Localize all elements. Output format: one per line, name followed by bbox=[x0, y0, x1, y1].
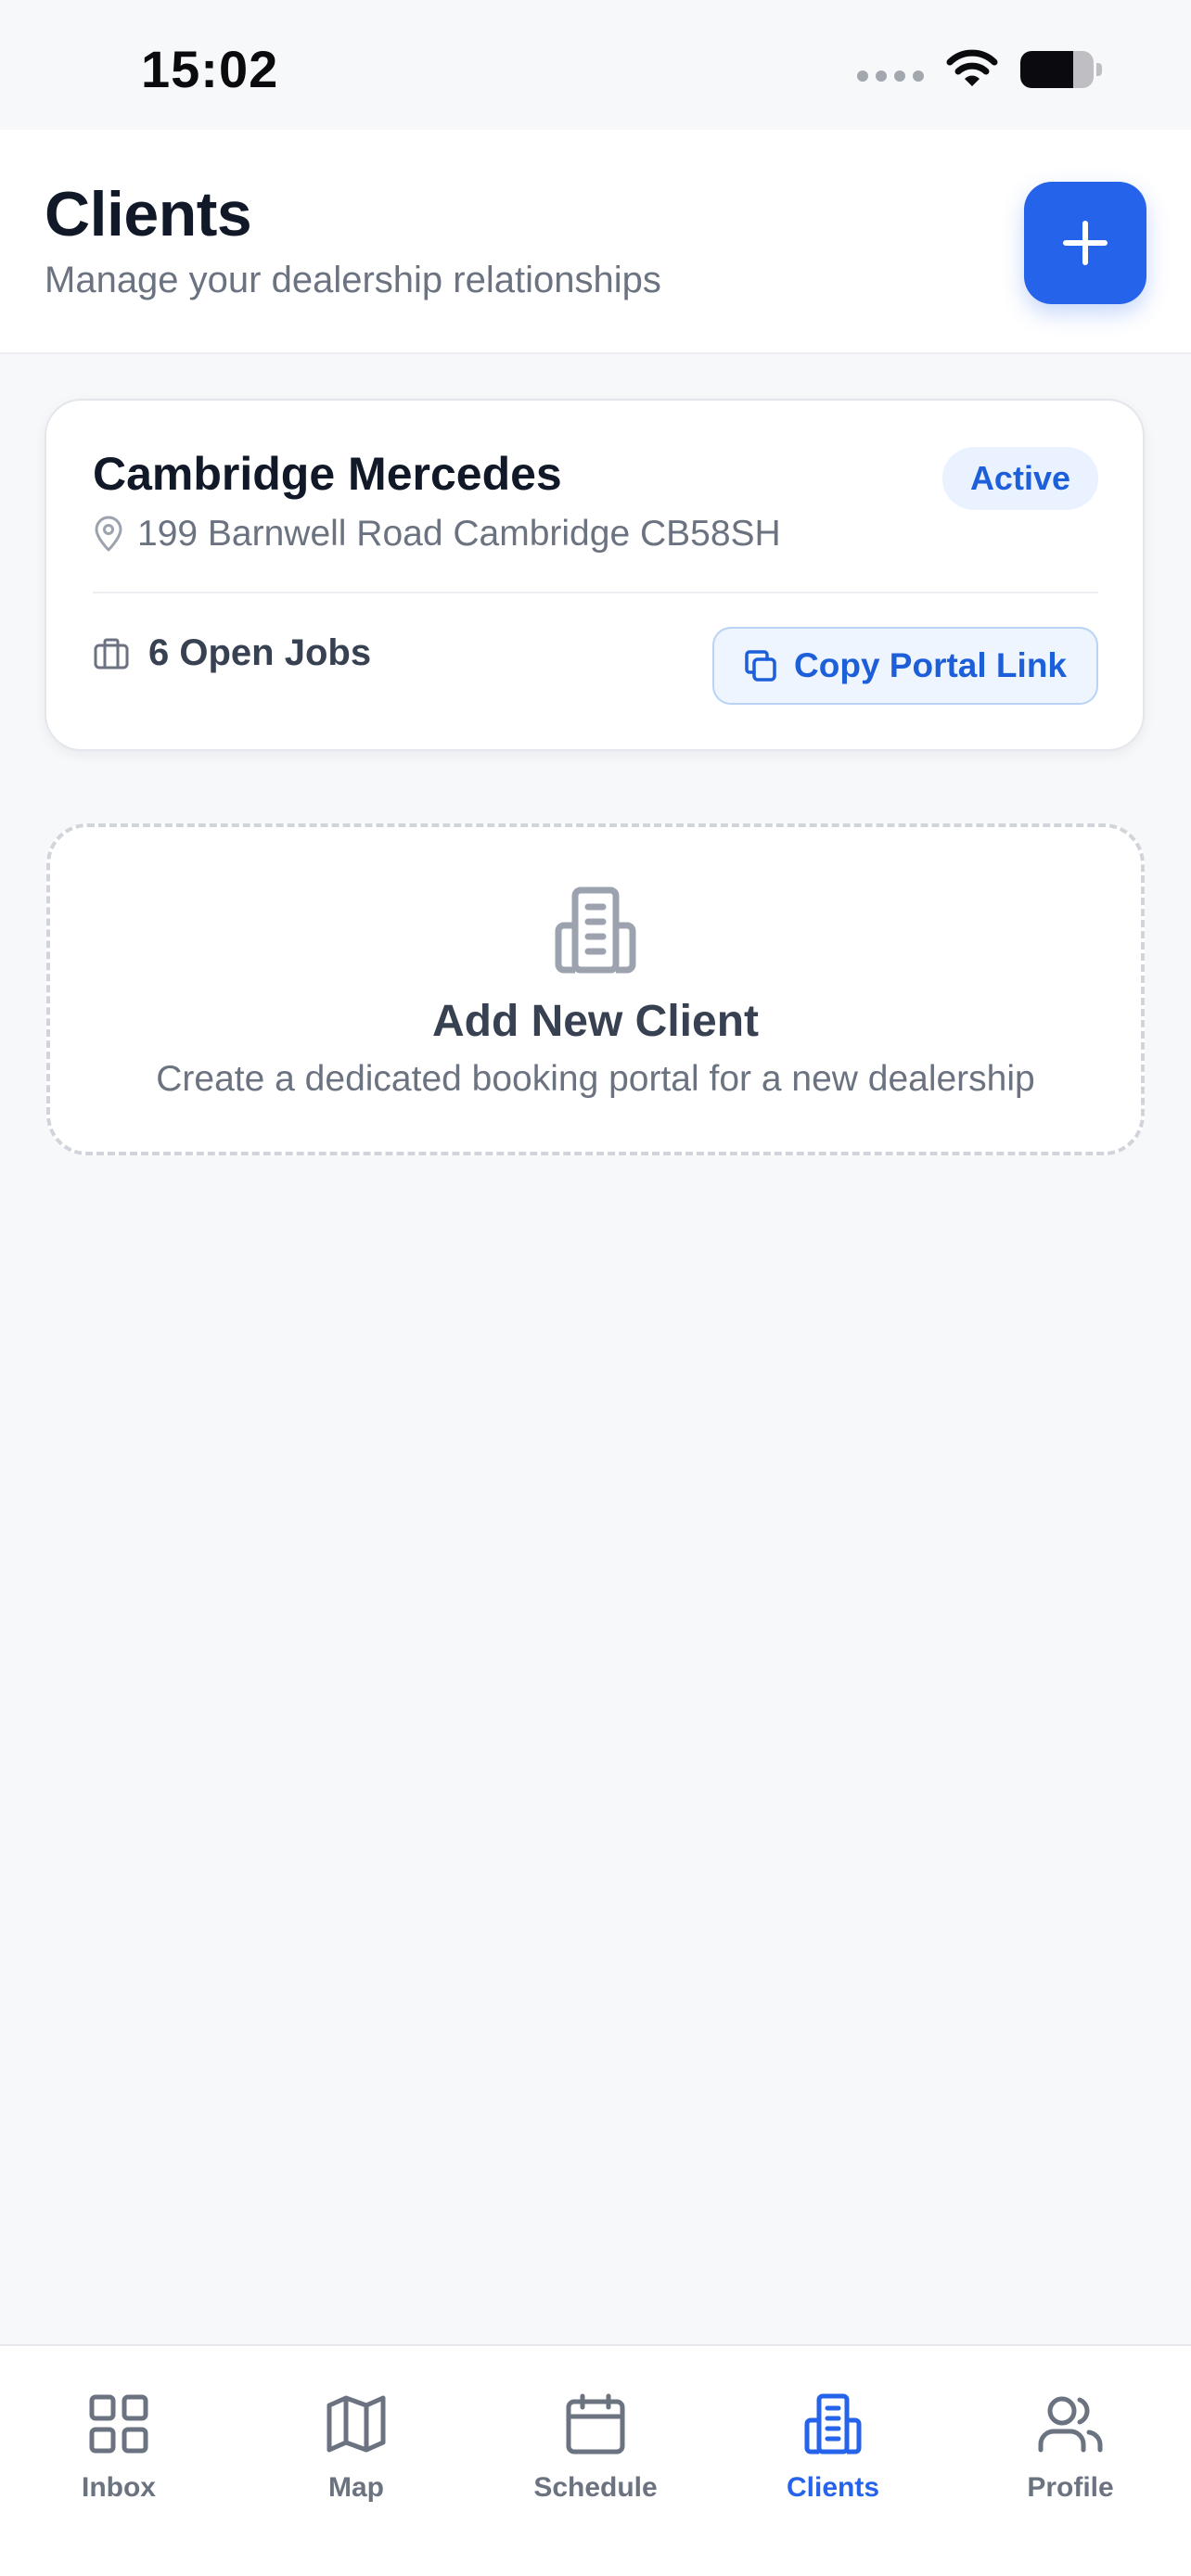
tab-bar: Inbox Map Schedule Clients Profile bbox=[0, 2344, 1191, 2576]
users-icon bbox=[1038, 2396, 1103, 2453]
add-client-subtitle: Create a dedicated booking portal for a … bbox=[156, 1059, 1035, 1099]
tab-label: Clients bbox=[786, 2472, 880, 2503]
tab-label: Map bbox=[328, 2472, 384, 2503]
status-bar: 15:02 bbox=[0, 0, 1191, 130]
add-new-client-card[interactable]: Add New Client Create a dedicated bookin… bbox=[46, 823, 1145, 1155]
cellular-signal-icon bbox=[857, 70, 924, 82]
open-jobs-label: 6 Open Jobs bbox=[148, 632, 372, 673]
status-time: 15:02 bbox=[141, 40, 279, 98]
tab-profile[interactable]: Profile bbox=[952, 2387, 1189, 2504]
battery-icon bbox=[1020, 51, 1102, 88]
tab-map[interactable]: Map bbox=[237, 2387, 475, 2504]
add-client-button[interactable] bbox=[1024, 182, 1146, 304]
client-card[interactable]: Cambridge Mercedes Active 199 Barnwell R… bbox=[45, 399, 1145, 751]
building-icon bbox=[804, 2393, 862, 2455]
briefcase-icon bbox=[94, 638, 129, 669]
client-address: 199 Barnwell Road Cambridge CB58SH bbox=[137, 514, 781, 554]
tab-label: Profile bbox=[1027, 2472, 1114, 2503]
copy-portal-link-button[interactable]: Copy Portal Link bbox=[712, 627, 1098, 705]
card-divider bbox=[93, 592, 1098, 593]
status-indicators bbox=[857, 46, 1102, 93]
wifi-icon bbox=[946, 49, 998, 86]
tab-label: Inbox bbox=[82, 2472, 156, 2503]
page-subtitle: Manage your dealership relationships bbox=[45, 260, 661, 300]
tab-inbox[interactable]: Inbox bbox=[0, 2387, 237, 2504]
building-icon bbox=[555, 886, 636, 974]
map-icon bbox=[327, 2395, 386, 2453]
calendar-icon bbox=[566, 2393, 625, 2455]
tab-schedule[interactable]: Schedule bbox=[477, 2387, 714, 2504]
client-name: Cambridge Mercedes bbox=[93, 448, 562, 500]
client-address-row: 199 Barnwell Road Cambridge CB58SH bbox=[93, 514, 781, 555]
battery-fill bbox=[1020, 51, 1074, 88]
grid-icon bbox=[89, 2394, 148, 2454]
page-title: Clients bbox=[45, 179, 252, 249]
page-header: Clients Manage your dealership relations… bbox=[0, 130, 1191, 354]
tab-label: Schedule bbox=[533, 2472, 658, 2503]
copy-icon bbox=[745, 650, 776, 682]
open-jobs: 6 Open Jobs bbox=[93, 632, 371, 674]
add-client-title: Add New Client bbox=[431, 997, 759, 1046]
copy-link-label: Copy Portal Link bbox=[794, 646, 1067, 684]
status-badge: Active bbox=[941, 447, 1098, 510]
location-pin-icon bbox=[95, 516, 122, 552]
tab-clients[interactable]: Clients bbox=[714, 2387, 952, 2504]
plus-icon bbox=[1063, 221, 1108, 265]
